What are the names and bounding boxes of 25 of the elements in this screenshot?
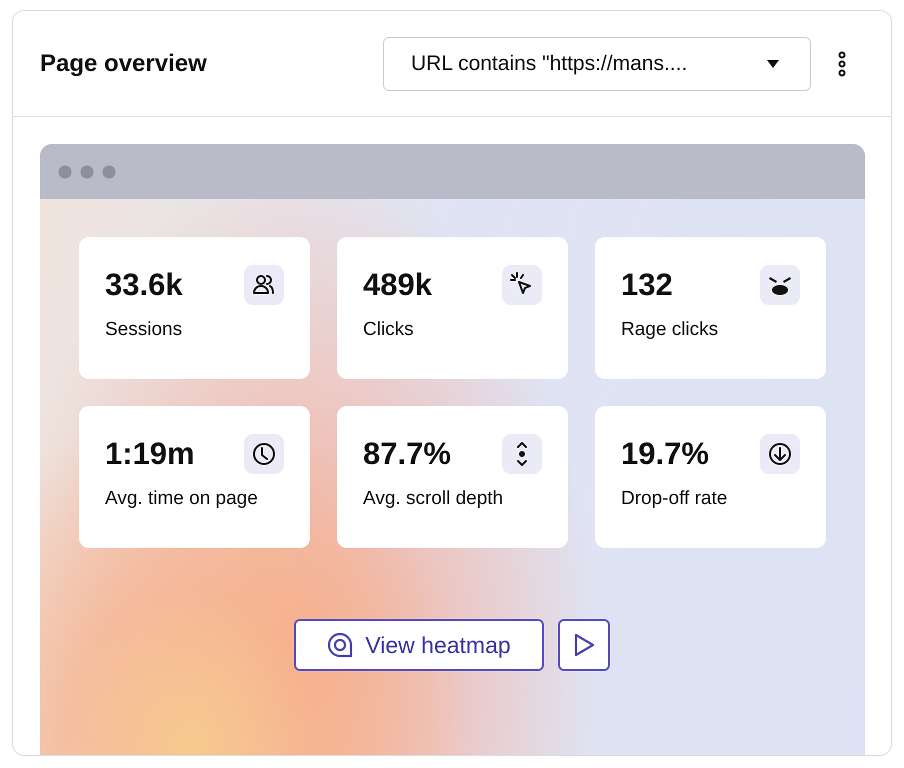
- view-heatmap-button[interactable]: View heatmap: [294, 619, 544, 671]
- stat-value: 1:19m: [105, 436, 195, 472]
- angry-face-icon: [760, 265, 800, 305]
- url-filter-dropdown[interactable]: URL contains "https://mans....: [383, 36, 811, 90]
- cursor-click-icon: [502, 265, 542, 305]
- stat-label: Avg. scroll depth: [363, 488, 504, 510]
- play-button[interactable]: [558, 619, 610, 671]
- stat-label: Clicks: [363, 319, 415, 341]
- stat-label: Avg. time on page: [105, 488, 259, 510]
- card-title: Page overview: [40, 50, 207, 78]
- more-options-icon[interactable]: [837, 50, 847, 76]
- stat-value: 489k: [363, 267, 432, 303]
- stat-label: Drop-off rate: [621, 488, 728, 510]
- clock-icon: [244, 434, 284, 474]
- play-icon: [573, 633, 595, 657]
- stat-value: 87.7%: [363, 436, 451, 472]
- people-icon: [244, 265, 284, 305]
- stat-value: 33.6k: [105, 267, 183, 303]
- heatmap-icon: [327, 632, 354, 658]
- caret-icon: [766, 58, 780, 68]
- stat-label: Sessions: [105, 319, 184, 341]
- stat-value: 132: [621, 267, 673, 303]
- stat-label: Rage clicks: [621, 319, 720, 341]
- scroll-icon: [502, 434, 542, 474]
- stat-value: 19.7%: [621, 436, 709, 472]
